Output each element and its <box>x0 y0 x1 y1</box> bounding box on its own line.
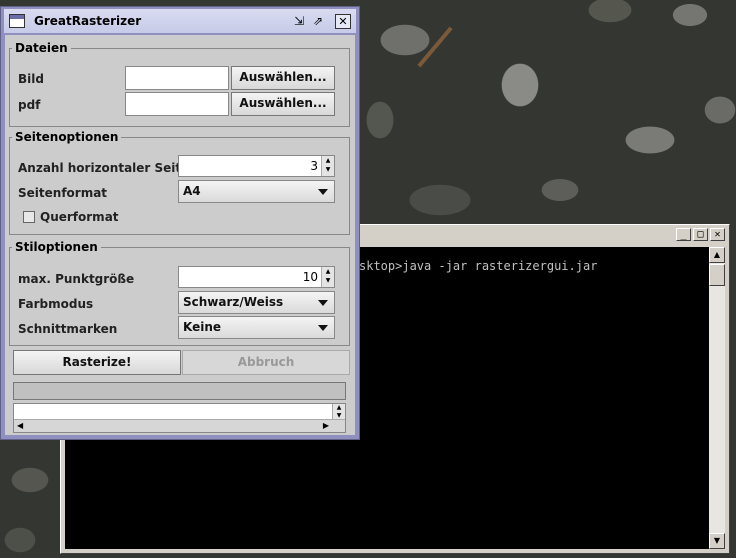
farbmodus-value: Schwarz/Weiss <box>183 295 284 309</box>
punktgroesse-value: 10 <box>302 270 318 284</box>
chevron-down-icon <box>318 325 328 331</box>
background-twig <box>417 26 453 68</box>
pdf-select-button[interactable]: Auswählen... <box>231 92 335 116</box>
seitenoptionen-title: Seitenoptionen <box>12 130 122 144</box>
abbruch-button[interactable]: Abbruch <box>182 350 350 375</box>
scroll-right-icon[interactable]: ▶ <box>323 421 329 430</box>
seitenformat-label: Seitenformat <box>18 186 108 200</box>
schnittmarken-label: Schnittmarken <box>18 322 118 336</box>
rasterize-button[interactable]: Rasterize! <box>13 350 181 375</box>
window-title: GreatRasterizer <box>34 14 142 28</box>
farbmodus-combo[interactable]: Schwarz/Weiss <box>178 291 335 314</box>
horizontal-pages-spin-arrows[interactable]: ▲ ▼ <box>321 156 334 176</box>
minimize-button[interactable]: ⇲ <box>291 14 307 29</box>
horizontal-pages-label: Anzahl horizontaler Seiten <box>18 161 198 175</box>
scroll-left-icon[interactable]: ◀ <box>17 421 23 430</box>
progress-bar <box>13 382 346 400</box>
bild-path-field[interactable] <box>125 66 229 90</box>
schnittmarken-value: Keine <box>183 320 222 334</box>
console-scroll-up-button[interactable]: ▲ <box>709 247 725 263</box>
console-scroll-down-button[interactable]: ▼ <box>709 533 725 549</box>
window-content: Dateien Bild Auswählen... pdf Auswählen.… <box>5 35 355 435</box>
log-area[interactable]: ▲ ▼ ◀ ▶ <box>13 403 346 433</box>
seitenoptionen-group: Seitenoptionen Anzahl horizontaler Seite… <box>9 130 350 235</box>
seitenformat-combo[interactable]: A4 <box>178 180 335 203</box>
maximize-button[interactable]: ⇗ <box>310 14 326 29</box>
close-button[interactable]: ✕ <box>335 14 351 29</box>
app-window-icon <box>9 14 25 28</box>
dateien-title: Dateien <box>12 41 71 55</box>
console-scrollbar[interactable]: ▲ ▼ <box>709 247 725 549</box>
console-command-line: sktop>java -jar rasterizergui.jar <box>359 259 598 273</box>
farbmodus-label: Farbmodus <box>18 297 94 311</box>
punktgroesse-spin-arrows[interactable]: ▲ ▼ <box>321 267 334 287</box>
bild-label: Bild <box>18 72 44 86</box>
querformat-checkbox[interactable] <box>23 211 35 223</box>
log-vertical-scrollbar[interactable]: ▲ ▼ <box>332 404 345 420</box>
great-rasterizer-window: GreatRasterizer ⇲ ⇗ ✕ Dateien Bild Auswä… <box>0 6 360 440</box>
chevron-down-icon <box>318 300 328 306</box>
dateien-group: Dateien Bild Auswählen... pdf Auswählen.… <box>9 41 350 127</box>
horizontal-pages-value: 3 <box>310 159 318 173</box>
schnittmarken-combo[interactable]: Keine <box>178 316 335 339</box>
pdf-label: pdf <box>18 98 41 112</box>
log-horizontal-scrollbar[interactable]: ◀ ▶ <box>14 419 345 432</box>
console-scroll-thumb[interactable] <box>709 264 725 286</box>
stiloptionen-group: Stiloptionen max. Punktgröße 10 ▲ ▼ Farbm… <box>9 240 350 346</box>
console-minimize-button[interactable]: _ <box>676 228 691 241</box>
chevron-down-icon <box>318 189 328 195</box>
window-titlebar[interactable]: GreatRasterizer ⇲ ⇗ ✕ <box>4 9 356 33</box>
punktgroesse-spinner[interactable]: 10 ▲ ▼ <box>178 266 335 288</box>
seitenformat-value: A4 <box>183 184 201 198</box>
bild-select-button[interactable]: Auswählen... <box>231 66 335 90</box>
querformat-label: Querformat <box>40 210 119 224</box>
console-maximize-button[interactable]: □ <box>693 228 708 241</box>
stiloptionen-title: Stiloptionen <box>12 240 101 254</box>
punktgroesse-label: max. Punktgröße <box>18 272 135 286</box>
console-close-button[interactable]: ✕ <box>710 228 725 241</box>
horizontal-pages-spinner[interactable]: 3 ▲ ▼ <box>178 155 335 177</box>
pdf-path-field[interactable] <box>125 92 229 116</box>
